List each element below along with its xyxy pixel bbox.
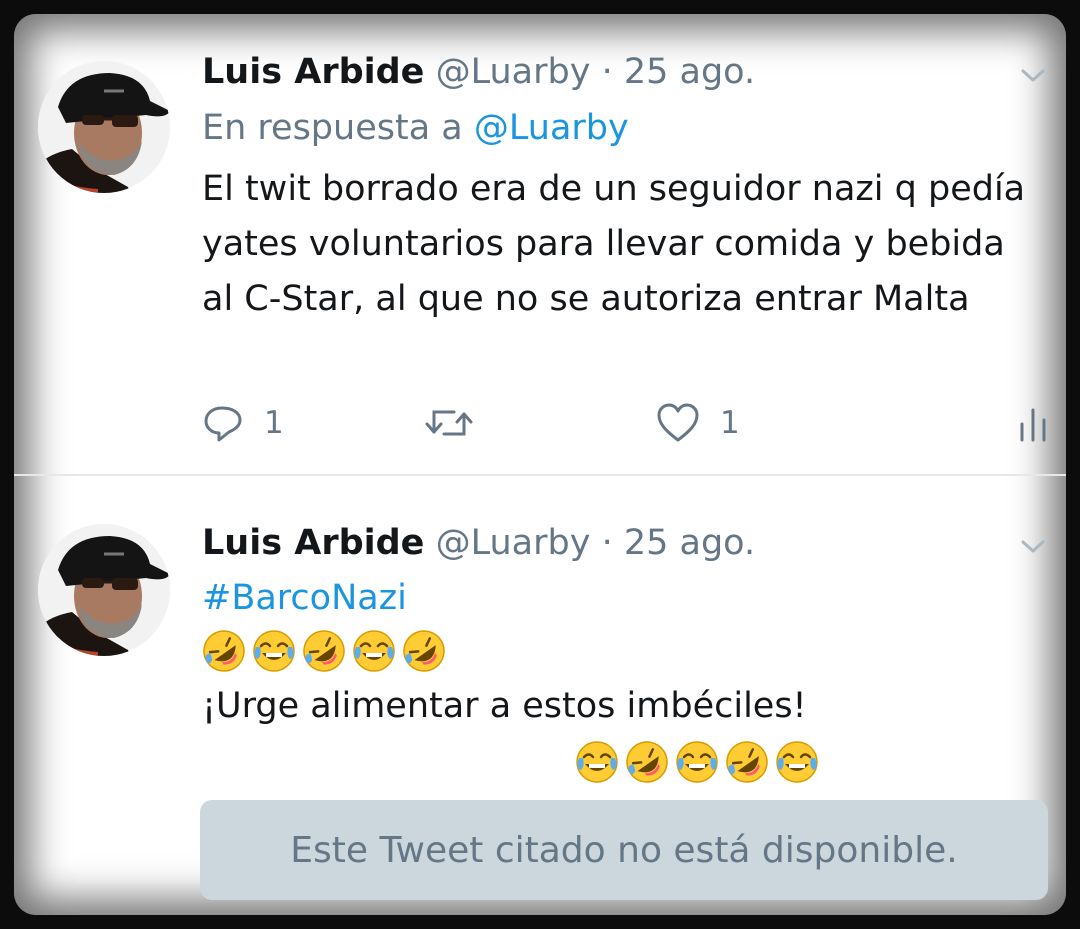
reply-icon: [204, 406, 242, 442]
quoted-tweet-unavailable: Este Tweet citado no está disponible.: [200, 800, 1048, 900]
reply-mention-link[interactable]: @Luarby: [474, 108, 629, 148]
author-handle[interactable]: @Luarby: [436, 523, 591, 563]
avatar[interactable]: [38, 524, 170, 656]
tweet-date[interactable]: 25 ago.: [624, 523, 755, 563]
tweet-text: ¡Urge alimentar a estos imbéciles!: [202, 686, 807, 726]
emoji-row: [575, 740, 819, 784]
quote-unavailable-text: Este Tweet citado no está disponible.: [290, 829, 958, 871]
heart-icon: [657, 403, 699, 442]
analytics-icon: [1020, 408, 1046, 442]
rofl-emoji-icon: [403, 630, 445, 672]
joy-emoji-icon: [676, 741, 718, 783]
tweet-text: El twit borrado era de un seguidor nazi …: [202, 169, 1026, 319]
tweet-header: Luis Arbide @Luarby · 25 ago.: [202, 521, 755, 565]
hashtag-link[interactable]: #BarcoNazi: [202, 576, 407, 620]
author-name[interactable]: Luis Arbide: [202, 52, 424, 92]
joy-emoji-icon: [776, 741, 818, 783]
joy-emoji-icon: [353, 630, 395, 672]
joy-emoji-icon: [576, 741, 618, 783]
avatar[interactable]: [38, 61, 170, 193]
emoji-row: [202, 629, 446, 673]
tweet-date[interactable]: 25 ago.: [624, 52, 755, 92]
tweet-actions: 1 1: [202, 398, 1048, 448]
author-handle[interactable]: @Luarby: [436, 52, 591, 92]
reply-count: 1: [264, 405, 284, 441]
tweet-header: Luis Arbide @Luarby · 25 ago.: [202, 50, 755, 94]
timeline-card: Luis Arbide @Luarby · 25 ago. En respues…: [14, 14, 1066, 915]
separator: ·: [601, 523, 613, 563]
rofl-emoji-icon: [626, 741, 668, 783]
tweet[interactable]: Luis Arbide @Luarby · 25 ago. En respues…: [14, 14, 1066, 476]
joy-emoji-icon: [253, 630, 295, 672]
retweet-button[interactable]: [424, 398, 474, 448]
separator: ·: [601, 52, 613, 92]
chevron-down-icon[interactable]: [1018, 531, 1048, 561]
chevron-down-icon[interactable]: [1018, 60, 1048, 90]
reply-context: En respuesta a @Luarby: [202, 106, 629, 150]
reply-button[interactable]: 1: [202, 398, 284, 448]
tweet[interactable]: Luis Arbide @Luarby · 25 ago. #BarcoNazi…: [14, 476, 1066, 915]
analytics-button[interactable]: [1018, 398, 1048, 448]
rofl-emoji-icon: [203, 630, 245, 672]
retweet-icon: [425, 410, 473, 436]
like-button[interactable]: 1: [656, 398, 740, 448]
rofl-emoji-icon: [726, 741, 768, 783]
author-name[interactable]: Luis Arbide: [202, 523, 424, 563]
reply-prefix: En respuesta a: [202, 108, 463, 148]
rofl-emoji-icon: [303, 630, 345, 672]
like-count: 1: [720, 405, 740, 441]
